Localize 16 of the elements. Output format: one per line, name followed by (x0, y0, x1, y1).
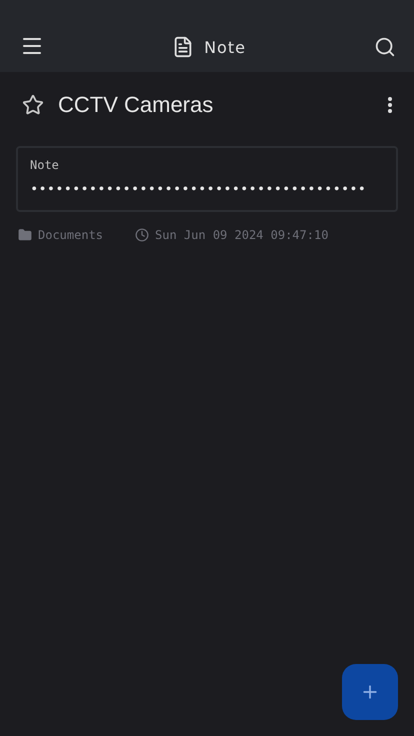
more-button[interactable] (388, 97, 392, 113)
note-title: CCTV Cameras (58, 92, 214, 118)
search-button[interactable] (374, 36, 396, 58)
field-label: Note (30, 158, 60, 172)
star-icon (22, 94, 44, 116)
field-value: •••••••••••••••••••••••••••••••••••••••• (30, 182, 368, 198)
document-icon (172, 36, 194, 58)
note-field[interactable]: Note •••••••••••••••••••••••••••••••••••••••• (16, 146, 398, 212)
favorite-button[interactable] (22, 94, 44, 116)
more-icon (388, 97, 392, 113)
folder-name: Documents (38, 228, 104, 242)
app-bar-title: Note (204, 38, 246, 56)
clock-icon (135, 228, 150, 242)
search-icon (374, 36, 396, 58)
modified-date: Sun Jun 09 2024 09:47:10 (155, 228, 328, 242)
folder-icon (18, 228, 32, 242)
